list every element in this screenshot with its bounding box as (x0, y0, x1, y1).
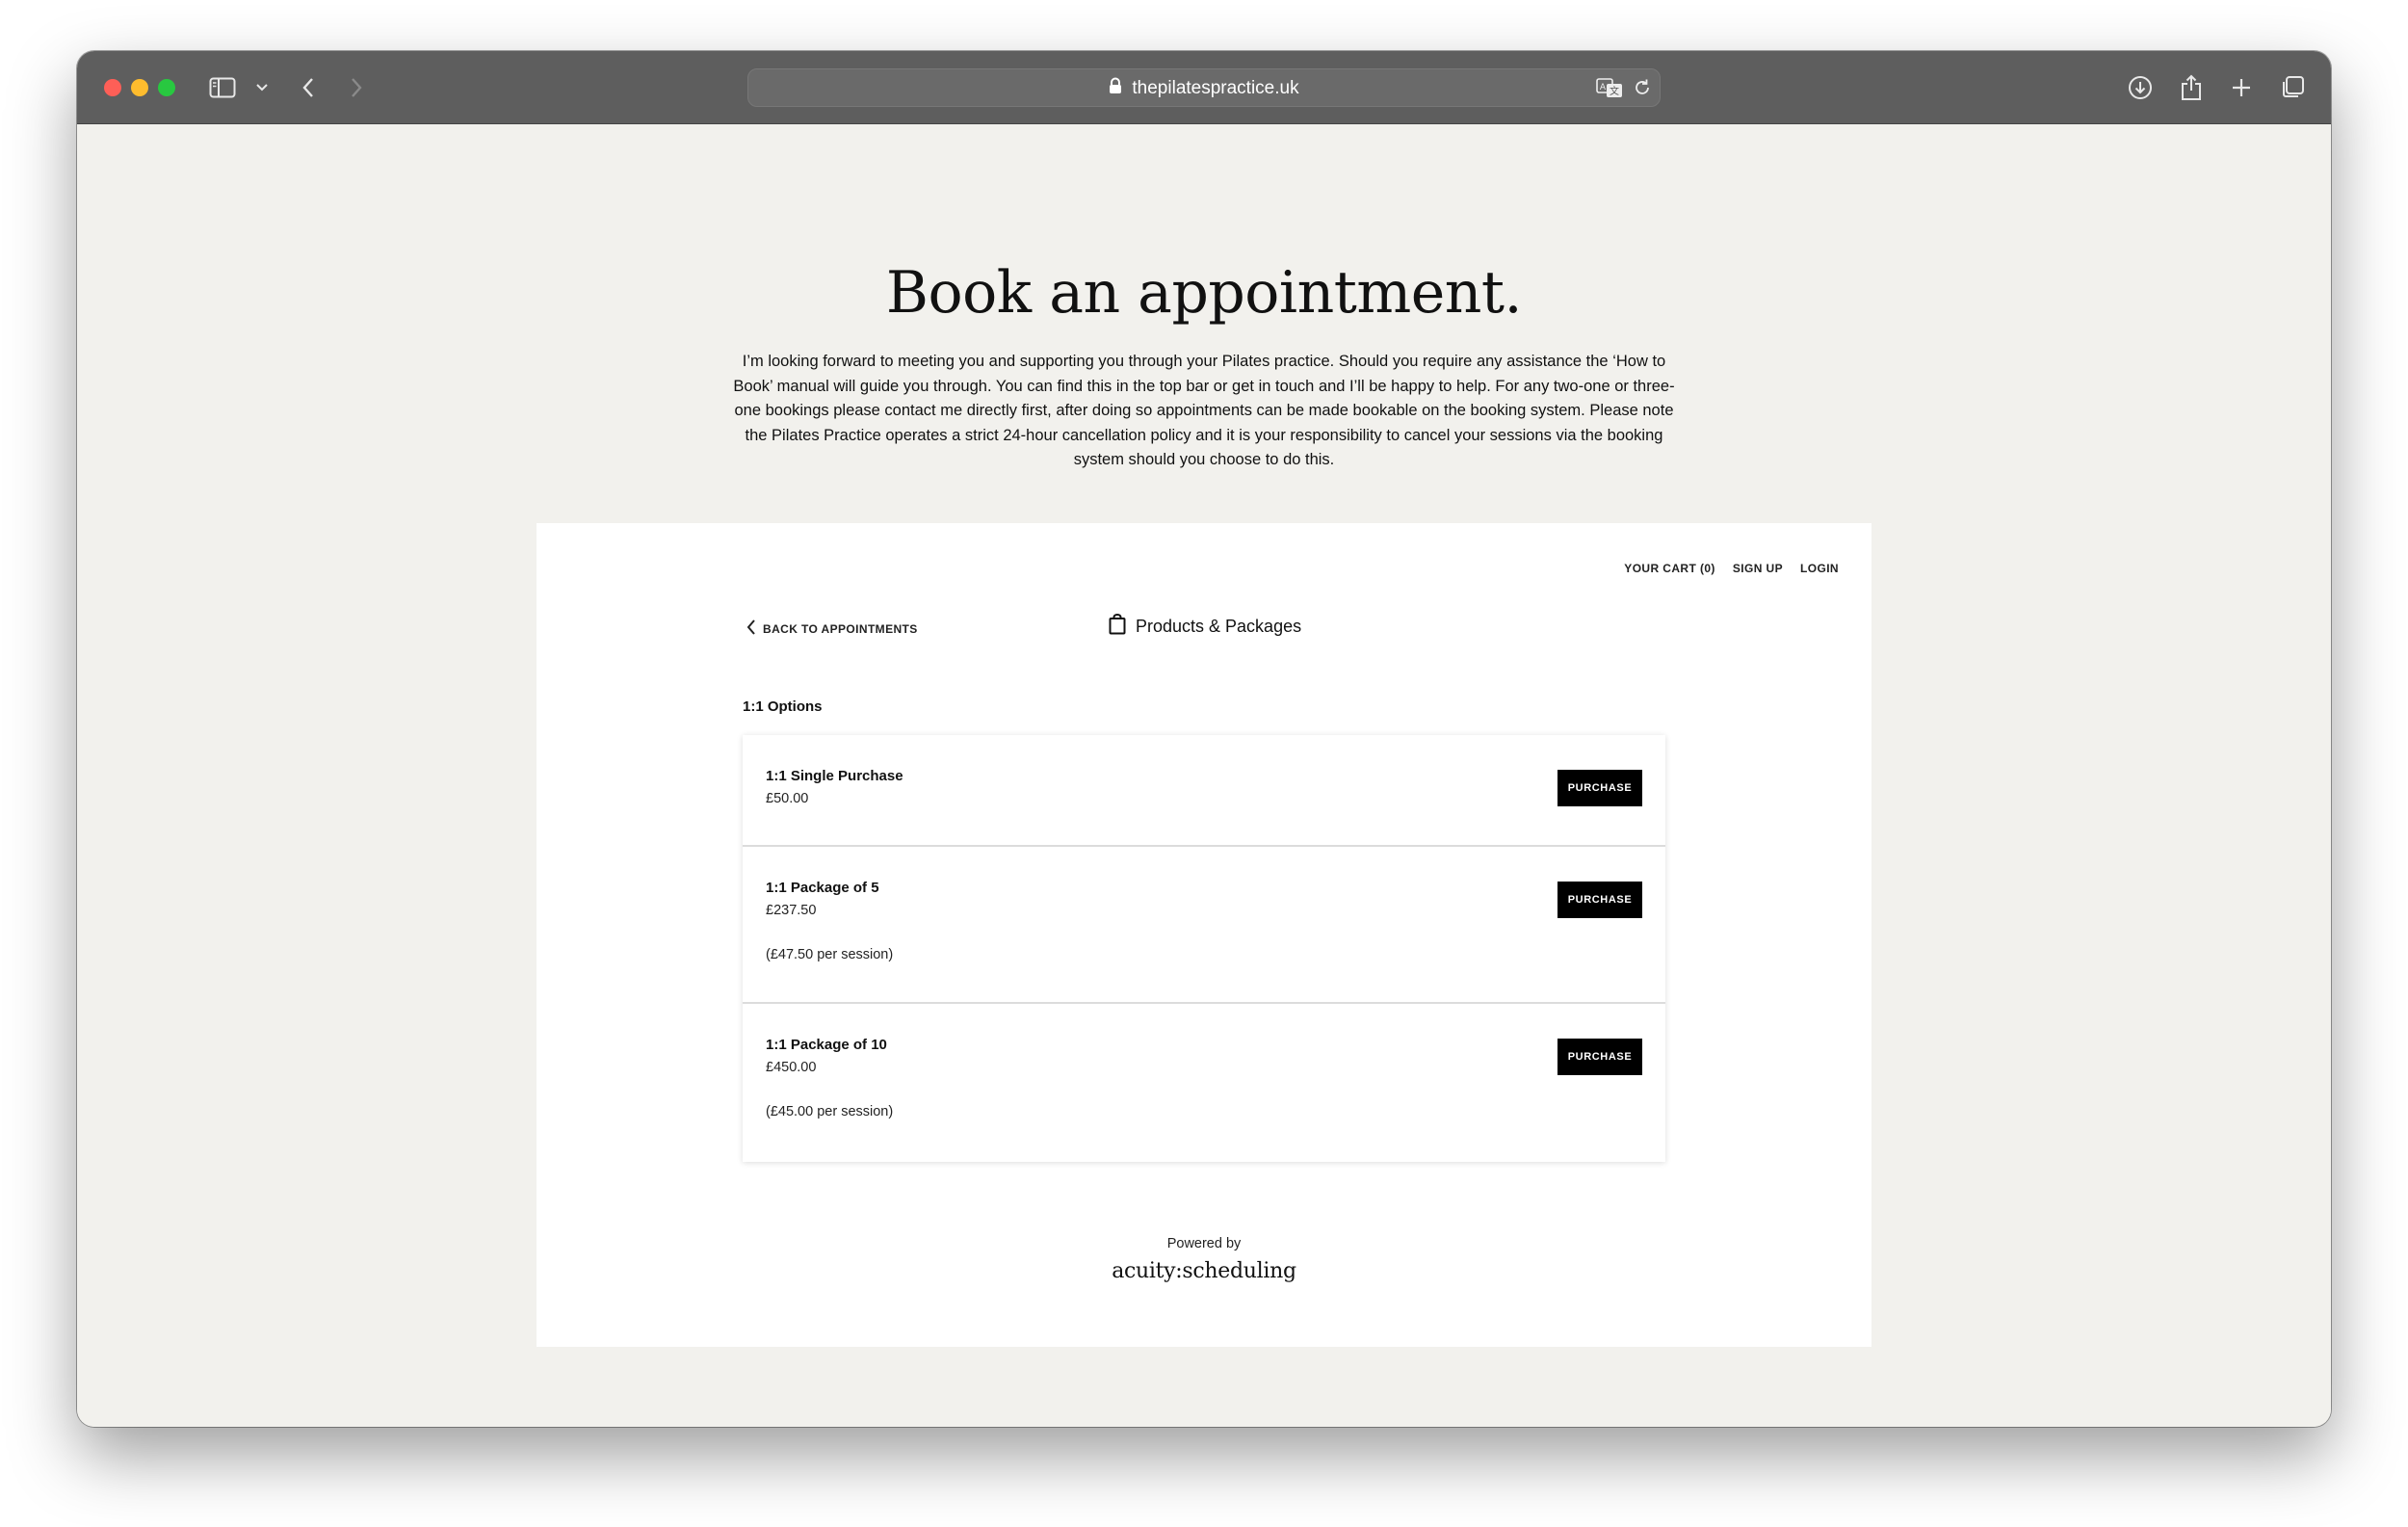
svg-text:A: A (1600, 83, 1607, 92)
url-text: thepilatespractice.uk (1132, 78, 1299, 98)
product-per-session-note: (£47.50 per session) (766, 947, 894, 962)
svg-text:文: 文 (1610, 85, 1619, 97)
browser-window: thepilatespractice.uk 文A Book an appoint… (77, 51, 2331, 1427)
acuity-scheduling-logo[interactable]: acuity:scheduling (537, 1259, 1871, 1283)
reload-icon[interactable] (1633, 78, 1652, 102)
product-list: 1:1 Single Purchase £50.00 PURCHASE 1:1 … (743, 735, 1665, 1162)
purchase-button[interactable]: PURCHASE (1557, 770, 1642, 806)
product-item: 1:1 Single Purchase £50.00 PURCHASE (743, 735, 1665, 847)
product-name: 1:1 Single Purchase (766, 768, 903, 784)
product-per-session-note: (£45.00 per session) (766, 1104, 894, 1119)
chevron-left-icon (746, 619, 757, 639)
product-item: 1:1 Package of 5 £237.50 (£47.50 per ses… (743, 847, 1665, 1004)
download-icon[interactable] (2127, 72, 2154, 103)
close-window-button[interactable] (104, 79, 121, 96)
share-icon[interactable] (2179, 72, 2204, 103)
address-bar[interactable]: thepilatespractice.uk 文A (747, 68, 1661, 107)
scheduler-top-nav: YOUR CART (0) SIGN UP LOGIN (1624, 562, 1839, 575)
lock-icon (1109, 77, 1122, 100)
back-icon[interactable] (299, 72, 318, 103)
back-to-appointments-link[interactable]: BACK TO APPOINTMENTS (746, 619, 918, 639)
cart-link[interactable]: YOUR CART (0) (1624, 562, 1715, 575)
scheduler-card: YOUR CART (0) SIGN UP LOGIN BACK TO APPO… (537, 523, 1871, 1347)
intro-text: I’m looking forward to meeting you and s… (733, 353, 1675, 469)
powered-by-text: Powered by (1166, 1236, 1242, 1251)
back-label: BACK TO APPOINTMENTS (763, 621, 918, 636)
page-title: Book an appointment. (885, 259, 1523, 327)
purchase-button[interactable]: PURCHASE (1557, 1039, 1642, 1075)
login-link[interactable]: LOGIN (1800, 562, 1839, 575)
product-price: £50.00 (766, 791, 809, 806)
products-packages-heading: Products & Packages (1109, 614, 1301, 640)
tabs-overview-icon[interactable] (2279, 72, 2306, 103)
products-packages-title: Products & Packages (1136, 617, 1302, 636)
minimize-window-button[interactable] (131, 79, 148, 96)
browser-toolbar: thepilatespractice.uk 文A (77, 51, 2331, 124)
product-item: 1:1 Package of 10 £450.00 (£45.00 per se… (743, 1004, 1665, 1162)
sidebar-icon[interactable] (208, 72, 237, 103)
page-content: Book an appointment. I’m looking forward… (77, 124, 2331, 1427)
product-name: 1:1 Package of 10 (766, 1037, 887, 1053)
product-price: £237.50 (766, 903, 817, 918)
product-price: £450.00 (766, 1060, 817, 1075)
chevron-down-icon[interactable] (254, 72, 270, 103)
signup-link[interactable]: SIGN UP (1733, 562, 1783, 575)
group-label: 1:1 Options (743, 698, 823, 715)
shopping-bag-icon (1109, 614, 1126, 640)
new-tab-icon[interactable] (2229, 72, 2254, 103)
product-name: 1:1 Package of 5 (766, 880, 879, 896)
translate-icon[interactable]: 文A (1596, 77, 1623, 103)
purchase-button[interactable]: PURCHASE (1557, 882, 1642, 918)
forward-icon[interactable] (347, 72, 366, 103)
zoom-window-button[interactable] (158, 79, 175, 96)
